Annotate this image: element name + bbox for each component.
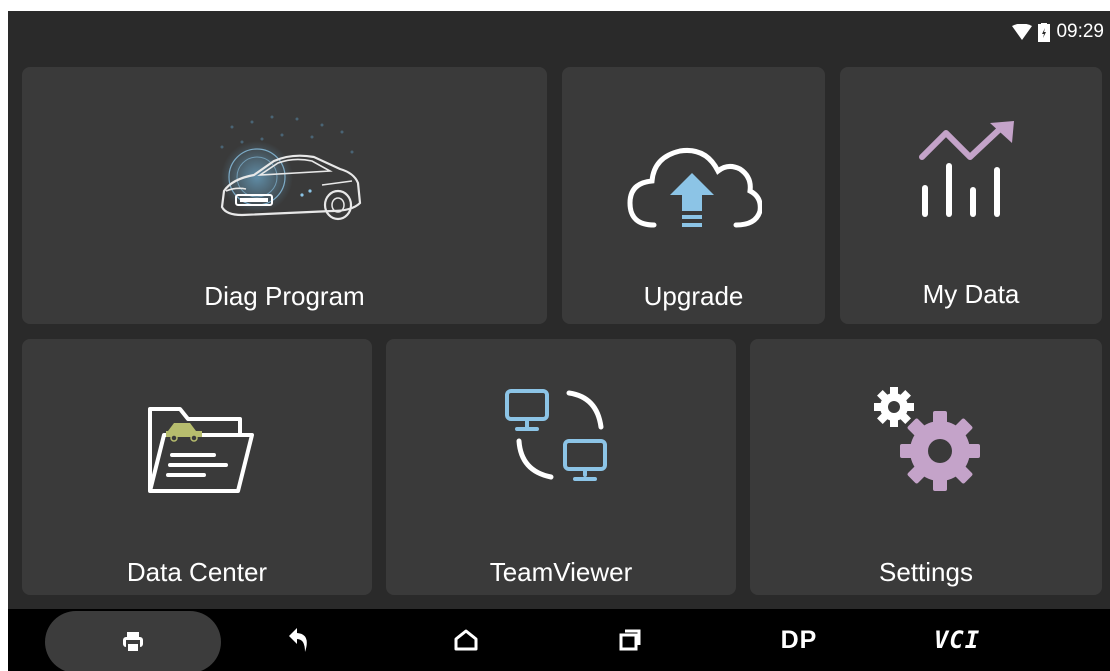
car-icon [220, 115, 362, 221]
print-icon [123, 632, 143, 652]
cloud-upload-icon [627, 147, 762, 228]
tile-upgrade[interactable]: Upgrade [562, 67, 825, 324]
recents-icon [619, 629, 641, 651]
recents-button[interactable] [600, 609, 660, 671]
app-screen: 09:29 Diag Program Upgrade My Data Data … [8, 11, 1110, 671]
home-button[interactable] [436, 609, 496, 671]
chart-trend-icon [919, 121, 1014, 217]
status-bar: 09:29 [8, 11, 1110, 53]
dp-label: DP [780, 625, 818, 654]
back-icon [289, 628, 307, 652]
nav-bar: DP VCI [8, 609, 1110, 671]
folder-car-icon [148, 407, 254, 493]
vci-button[interactable]: VCI [920, 609, 994, 671]
dp-button[interactable]: DP [764, 609, 834, 671]
status-indicators: 09:29 [1012, 20, 1104, 44]
print-button[interactable] [45, 611, 221, 671]
clock: 09:29 [1056, 21, 1104, 42]
tile-label: TeamViewer [489, 557, 633, 587]
remote-monitors-icon [505, 389, 607, 481]
tile-label: Upgrade [643, 281, 744, 311]
vci-label: VCI [933, 626, 981, 654]
tile-label: Data Center [126, 557, 268, 587]
battery-charging-icon [1038, 22, 1051, 42]
tile-teamviewer[interactable]: TeamViewer [386, 339, 736, 595]
gears-icon [874, 387, 980, 491]
tile-my-data[interactable]: My Data [840, 67, 1102, 324]
back-button[interactable] [270, 609, 330, 671]
wifi-icon [1012, 24, 1033, 40]
tile-data-center[interactable]: Data Center [22, 339, 372, 595]
tile-settings[interactable]: Settings [750, 339, 1102, 595]
tile-diag-program[interactable]: Diag Program [22, 67, 547, 324]
home-icon [454, 629, 478, 651]
tile-label: Settings [879, 557, 973, 587]
tile-label: My Data [922, 279, 1020, 309]
tile-label: Diag Program [204, 281, 365, 311]
